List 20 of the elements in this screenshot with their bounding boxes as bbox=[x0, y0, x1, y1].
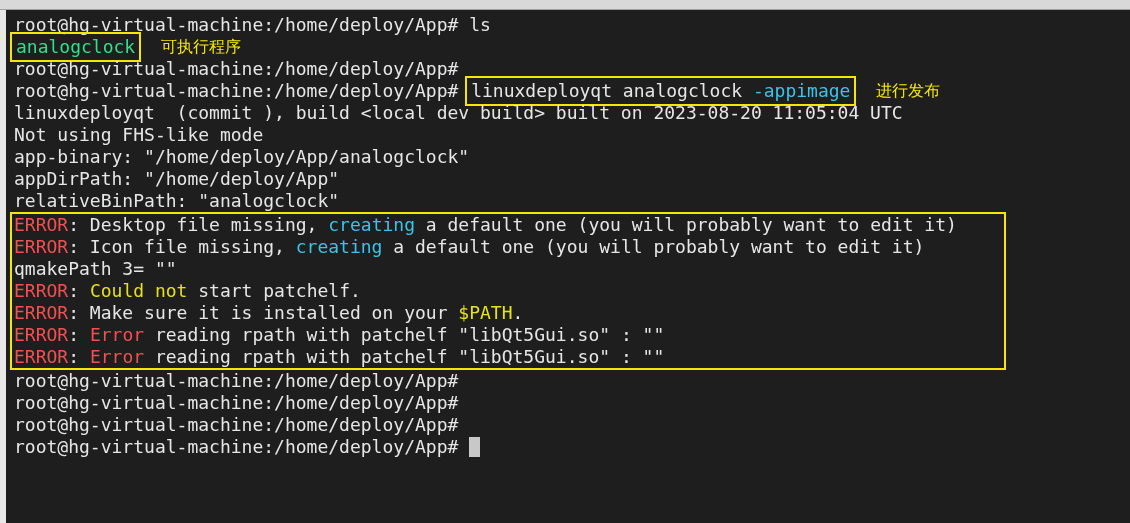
terminal-line: root@hg-virtual-machine:/home/deploy/App# bbox=[14, 436, 460, 458]
annotation-note: 进行发布 bbox=[876, 80, 941, 102]
terminal-line: ERROR: Error reading rpath with patchelf "libQt5Gui.so" : "" bbox=[14, 346, 665, 368]
terminal-line: ERROR: Make sure it is installed on your $PATH. bbox=[14, 302, 524, 324]
annotation-note: 可执行程序 bbox=[161, 36, 242, 58]
terminal-line: root@hg-virtual-machine:/home/deploy/App# bbox=[14, 392, 459, 414]
terminal-line: root@hg-virtual-machine:/home/deploy/App# bbox=[14, 80, 460, 102]
terminal-line: ERROR: Could not start patchelf. bbox=[14, 280, 361, 302]
terminal-line: qmakePath 3= "" bbox=[14, 258, 177, 280]
terminal-line: app-binary: "/home/deploy/App/analogclock" bbox=[14, 146, 470, 168]
terminal-line: ERROR: Icon file missing, creating a default one (you will probably want to edit it) bbox=[14, 236, 925, 258]
terminal-line: ERROR: Desktop file missing, creating a default one (you will probably want to edit it) bbox=[14, 214, 957, 236]
terminal-line: relativeBinPath: "analogclock" bbox=[14, 190, 340, 212]
highlight-box: analogclock bbox=[10, 32, 142, 62]
highlight-box: linuxdeployqt analogclock -appimage bbox=[465, 76, 857, 106]
terminal-line: Not using FHS-like mode bbox=[14, 124, 264, 146]
terminal-line: root@hg-virtual-machine:/home/deploy/App# bbox=[14, 370, 459, 392]
terminal-line: root@hg-virtual-machine:/home/deploy/App# bbox=[14, 414, 459, 436]
terminal-line: appDirPath: "/home/deploy/App" bbox=[14, 168, 340, 190]
terminal-line: ERROR: Error reading rpath with patchelf "libQt5Gui.so" : "" bbox=[14, 324, 665, 346]
